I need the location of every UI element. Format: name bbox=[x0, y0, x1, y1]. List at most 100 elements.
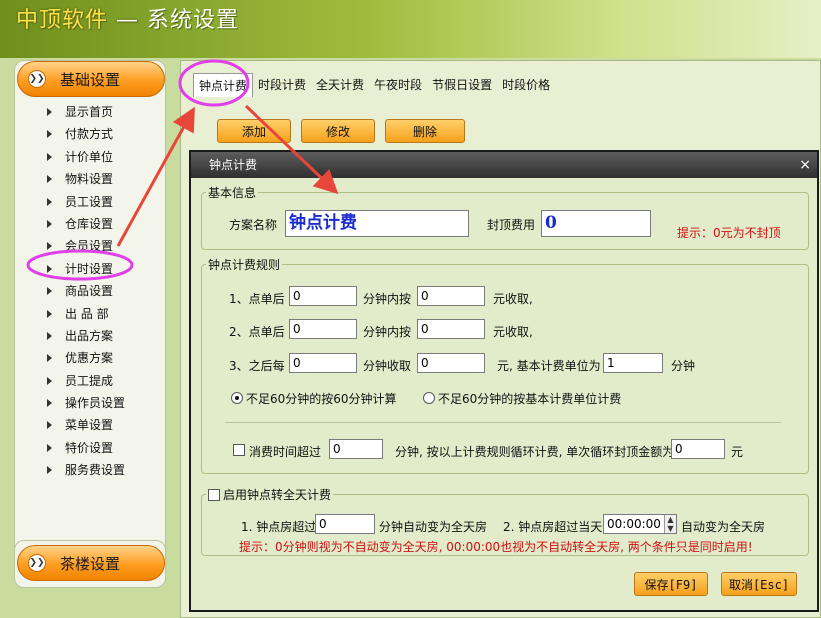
sidebar-item-output-plan[interactable]: 出品方案 bbox=[15, 325, 165, 347]
sidebar-item-service-fee[interactable]: 服务费设置 bbox=[15, 459, 165, 481]
rules-divider bbox=[225, 422, 781, 423]
sidebar-item-payment[interactable]: 付款方式 bbox=[15, 123, 165, 145]
base-unit-input[interactable]: 1 bbox=[603, 353, 663, 373]
loop-cap-input[interactable]: 0 bbox=[671, 439, 725, 459]
tab-holiday[interactable]: 节假日设置 bbox=[427, 73, 497, 97]
triangle-right-icon bbox=[47, 376, 52, 385]
expand-arrows-icon: ❯❯ bbox=[28, 70, 46, 88]
triangle-right-icon bbox=[47, 287, 52, 296]
toolbar: 添加 修改 删除 bbox=[217, 119, 465, 143]
sidebar-section-basic-label: 基础设置 bbox=[60, 70, 121, 89]
fullday-convert-legend-text: 启用钟点转全天计费 bbox=[223, 488, 332, 502]
sidebar-item-member[interactable]: 会员设置 bbox=[15, 235, 165, 257]
sidebar-item-output-dept[interactable]: 出 品 部 bbox=[15, 303, 165, 325]
triangle-right-icon bbox=[47, 421, 52, 430]
fullday-convert-legend: 启用钟点转全天计费 bbox=[206, 486, 333, 503]
cancel-button[interactable]: 取消[Esc] bbox=[721, 572, 797, 596]
sidebar-item-label: 优惠方案 bbox=[65, 351, 114, 366]
sidebar-item-warehouse[interactable]: 仓库设置 bbox=[15, 213, 165, 235]
sidebar-item-timing[interactable]: 计时设置 bbox=[15, 258, 165, 280]
cap-fee-label: 封顶费用 bbox=[487, 218, 536, 232]
triangle-right-icon bbox=[47, 354, 52, 363]
sidebar-item-label: 员工提成 bbox=[65, 373, 114, 388]
rule3-prefix: 3、之后每 bbox=[229, 359, 285, 373]
sidebar-item-discount[interactable]: 优惠方案 bbox=[15, 347, 165, 369]
sidebar-item-material[interactable]: 物料设置 bbox=[15, 168, 165, 190]
rule3-suffix: 元, 基本计费单位为 bbox=[497, 359, 601, 373]
triangle-right-icon bbox=[47, 108, 52, 116]
rule1-suffix: 元收取, bbox=[493, 292, 533, 306]
tab-hourly[interactable]: 钟点计费 bbox=[193, 73, 254, 97]
sidebar-item-label: 计时设置 bbox=[65, 261, 114, 276]
app-title: 中顶软件 — 系统设置 bbox=[16, 2, 239, 34]
rule3-mid: 分钟收取 bbox=[363, 359, 412, 373]
sidebar-item-staff[interactable]: 员工设置 bbox=[15, 191, 165, 213]
scheme-name-label: 方案名称 bbox=[229, 218, 278, 232]
rule2-amount-input[interactable]: 0 bbox=[417, 319, 485, 339]
sidebar-item-home[interactable]: 显示首页 bbox=[15, 101, 165, 123]
sidebar-item-menu[interactable]: 菜单设置 bbox=[15, 414, 165, 436]
expand-arrows-icon: ❯❯ bbox=[28, 554, 46, 572]
sidebar-item-label: 特价设置 bbox=[65, 440, 114, 455]
radio-round-base-unit[interactable] bbox=[423, 392, 435, 404]
sidebar-menu: 显示首页 付款方式 计价单位 物料设置 员工设置 仓库设置 会员设置 计时设置 … bbox=[15, 101, 165, 482]
sidebar-item-operator[interactable]: 操作员设置 bbox=[15, 392, 165, 414]
loop-minutes-input[interactable]: 0 bbox=[329, 439, 383, 459]
sidebar-item-label: 物料设置 bbox=[65, 172, 114, 187]
add-button[interactable]: 添加 bbox=[217, 119, 291, 143]
close-icon[interactable]: × bbox=[799, 152, 811, 178]
sidebar-item-label: 仓库设置 bbox=[65, 216, 114, 231]
triangle-right-icon bbox=[47, 242, 52, 251]
triangle-right-icon bbox=[47, 443, 52, 452]
loop-billing-checkbox[interactable] bbox=[233, 444, 245, 456]
triangle-right-icon bbox=[47, 152, 52, 161]
tab-midnight[interactable]: 午夜时段 bbox=[369, 73, 427, 97]
base-unit-suffix: 分钟 bbox=[671, 359, 696, 373]
rule1-amount-input[interactable]: 0 bbox=[417, 286, 485, 306]
sidebar-item-label: 员工设置 bbox=[65, 194, 114, 209]
cap-fee-input[interactable]: 0 bbox=[541, 210, 651, 237]
sidebar-section-basic[interactable]: ❯❯ 基础设置 bbox=[17, 61, 165, 97]
tab-period-price[interactable]: 时段价格 bbox=[497, 73, 555, 97]
edit-button[interactable]: 修改 bbox=[301, 119, 375, 143]
sidebar: ❯❯ 基础设置 显示首页 付款方式 计价单位 物料设置 员工设置 仓库设置 会员… bbox=[14, 60, 166, 588]
sidebar-item-label: 计价单位 bbox=[65, 149, 114, 164]
delete-button[interactable]: 删除 bbox=[385, 119, 465, 143]
sidebar-item-commission[interactable]: 员工提成 bbox=[15, 370, 165, 392]
fullday-convert-checkbox[interactable] bbox=[208, 489, 220, 501]
sidebar-item-label: 会员设置 bbox=[65, 239, 114, 254]
app-title-sub: 系统设置 bbox=[147, 8, 240, 33]
sidebar-item-special-price[interactable]: 特价设置 bbox=[15, 437, 165, 459]
rule2-mid: 分钟内按 bbox=[363, 325, 412, 339]
billing-rules-legend: 钟点计费规则 bbox=[208, 258, 281, 272]
sidebar-section-teahouse[interactable]: ❯❯ 茶楼设置 bbox=[17, 545, 165, 581]
rule2-minutes-input[interactable]: 0 bbox=[289, 319, 357, 339]
loop-billing-label: 消费时间超过 bbox=[249, 445, 322, 459]
fullday-item1-suffix: 分钟自动变为全天房 bbox=[379, 520, 488, 534]
tab-period[interactable]: 时段计费 bbox=[253, 73, 311, 97]
rule1-prefix: 1、点单后 bbox=[229, 292, 285, 306]
triangle-right-icon bbox=[47, 130, 52, 139]
fullday-item1-label: 1. 钟点房超过 bbox=[241, 520, 317, 534]
rule3-amount-input[interactable]: 0 bbox=[417, 353, 485, 373]
radio-round-60[interactable] bbox=[231, 392, 243, 404]
rule3-minutes-input[interactable]: 0 bbox=[289, 353, 357, 373]
triangle-right-icon bbox=[47, 197, 52, 206]
triangle-right-icon bbox=[47, 331, 52, 340]
sidebar-item-label: 服务费设置 bbox=[65, 463, 126, 478]
tab-fullday[interactable]: 全天计费 bbox=[311, 73, 369, 97]
save-button[interactable]: 保存[F9] bbox=[634, 572, 708, 596]
fullday-minutes-input[interactable]: 0 bbox=[315, 514, 375, 534]
rule1-minutes-input[interactable]: 0 bbox=[289, 286, 357, 306]
fullday-item2-label: 2. 钟点房超过当天 bbox=[503, 520, 603, 534]
dialog-title-bar: 钟点计费 × bbox=[191, 152, 817, 178]
radio-round-base-unit-label: 不足60分钟的按基本计费单位计费 bbox=[438, 392, 622, 406]
app-title-dash: — bbox=[108, 8, 148, 33]
spinner-icon[interactable]: ▲ ▼ bbox=[664, 515, 676, 533]
sidebar-item-unit[interactable]: 计价单位 bbox=[15, 146, 165, 168]
sidebar-item-goods[interactable]: 商品设置 bbox=[15, 280, 165, 302]
cap-hint: 提示：0元为不封顶 bbox=[677, 226, 781, 240]
scheme-name-input[interactable]: 钟点计费 bbox=[285, 210, 469, 237]
triangle-right-icon bbox=[47, 309, 52, 318]
fullday-time-input[interactable]: 00:00:00 ▲ ▼ bbox=[603, 514, 677, 534]
